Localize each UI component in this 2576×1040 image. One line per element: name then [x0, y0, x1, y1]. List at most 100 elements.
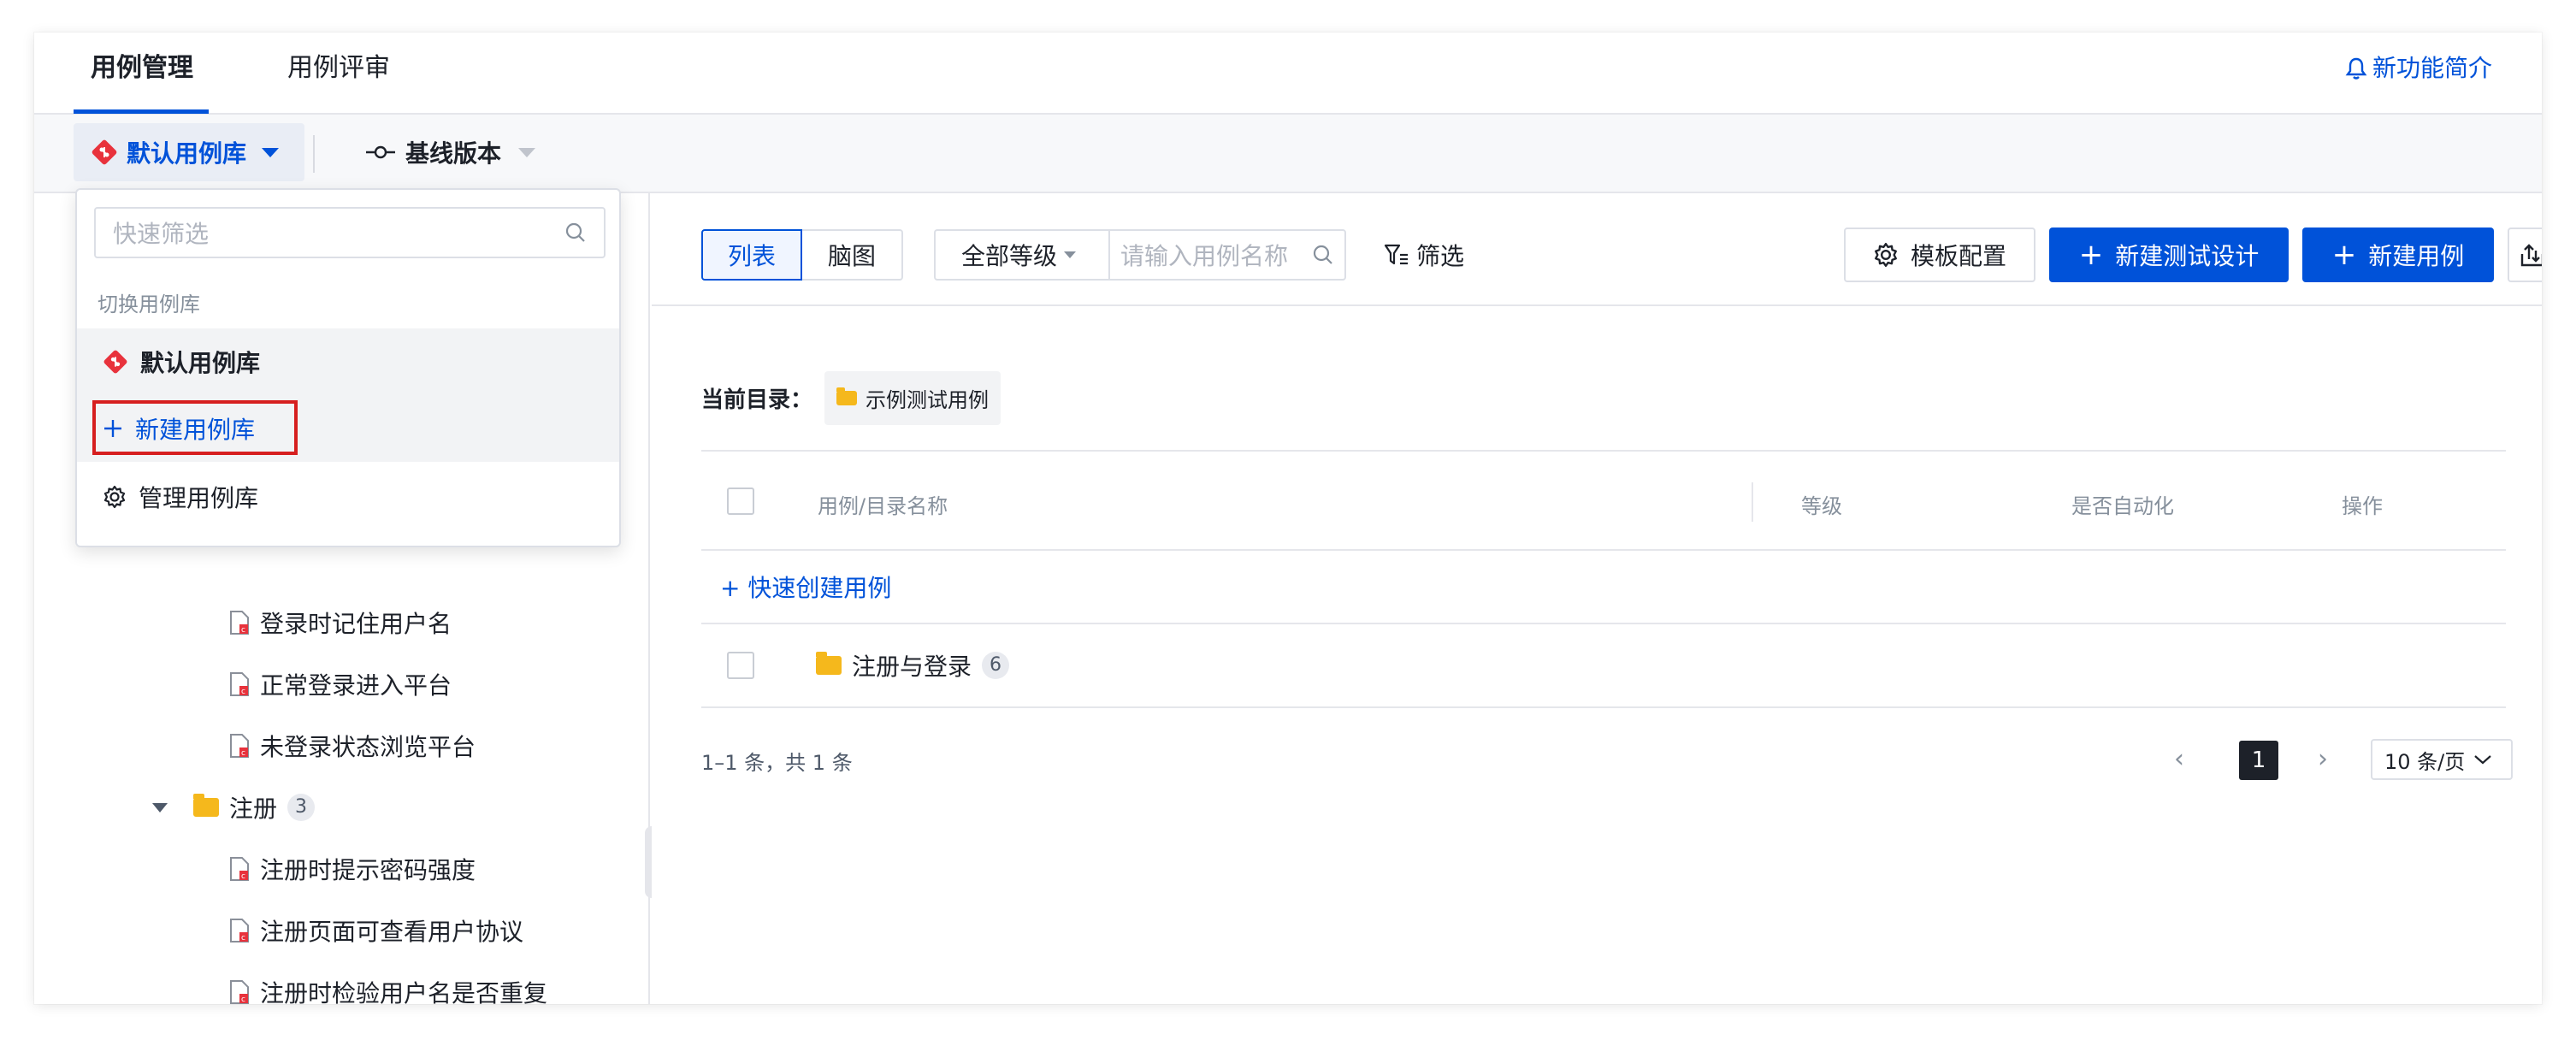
dropdown-section-title: 切换用例库 — [97, 292, 200, 316]
commit-icon — [366, 145, 395, 159]
git-repo-icon — [92, 139, 117, 165]
plus-icon — [104, 420, 121, 437]
test-case-icon: c — [230, 672, 249, 696]
svg-text:c: c — [241, 872, 245, 881]
case-name-search-input[interactable]: 请输入用例名称 — [1108, 229, 1346, 281]
prev-page-icon[interactable]: ‹ — [2174, 744, 2184, 774]
new-test-design-button[interactable]: + 新建测试设计 — [2049, 228, 2289, 282]
level-select[interactable]: 全部等级 — [934, 229, 1108, 281]
filter-button[interactable]: 筛选 — [1384, 229, 1464, 281]
test-case-icon: c — [230, 611, 249, 635]
test-case-icon: c — [230, 919, 249, 942]
search-icon — [1313, 245, 1332, 264]
page-size-value: 10 条/页 — [2384, 749, 2466, 774]
library-bar: 默认用例库 基线版本 — [34, 115, 2542, 193]
current-directory-chip[interactable]: 示例测试用例 — [824, 371, 1001, 425]
table-header: 用例/目录名称 等级 是否自动化 操作 — [701, 450, 2506, 551]
svg-text:c: c — [241, 996, 245, 1004]
caret-down-icon — [518, 147, 536, 157]
row-folder-name[interactable]: 注册与登录 6 — [816, 648, 1010, 682]
tree-case-label: 未登录状态浏览平台 — [260, 733, 476, 761]
new-case-label: 新建用例 — [2368, 242, 2465, 270]
library-selector[interactable]: 默认用例库 — [74, 123, 304, 181]
divider — [313, 135, 315, 173]
pagination-total: 1–1 条，共 1 条 — [701, 751, 853, 775]
tree-folder-label: 注册 — [229, 795, 278, 823]
column-resize-handle[interactable] — [1752, 482, 1753, 522]
caret-down-icon — [262, 147, 280, 157]
column-header-automated: 是否自动化 — [2071, 494, 2174, 518]
export-button[interactable] — [2508, 228, 2542, 282]
tree-case-label: 注册时提示密码强度 — [260, 856, 476, 884]
new-case-button[interactable]: + 新建用例 — [2302, 228, 2494, 282]
expand-caret-icon[interactable] — [152, 802, 168, 812]
page-size-select[interactable]: 10 条/页 — [2371, 739, 2513, 780]
page-number-button[interactable]: 1 — [2239, 741, 2278, 780]
dropdown-item-new-library[interactable]: 新建用例库 — [77, 395, 619, 462]
next-page-icon[interactable]: › — [2318, 744, 2328, 774]
dropdown-item-label: 新建用例库 — [135, 416, 256, 444]
tree-case-label: 登录时记住用户名 — [260, 610, 452, 638]
column-header-name: 用例/目录名称 — [818, 494, 948, 518]
tree-case-item[interactable]: c 注册时提示密码强度 — [229, 852, 476, 886]
template-config-button[interactable]: 模板配置 — [1844, 228, 2035, 282]
chevron-down-icon — [2474, 755, 2491, 765]
app-window: 用例管理 用例评审 新功能简介 默认用例库 基线版本 c 登录时记住用户名 c … — [34, 32, 2542, 1004]
whats-new-label: 新功能简介 — [2372, 54, 2492, 82]
bell-icon — [2345, 57, 2367, 80]
test-case-icon: c — [230, 734, 249, 758]
plus-icon: + — [2078, 238, 2104, 272]
dropdown-search-placeholder: 快速筛选 — [113, 220, 210, 248]
tree-case-item[interactable]: c 注册时检验用户名是否重复 — [229, 975, 547, 1004]
pagination: 1–1 条，共 1 条 ‹ 1 › 10 条/页 — [701, 739, 2513, 782]
svg-text:c: c — [241, 749, 245, 758]
quick-create-case-link[interactable]: + 快速创建用例 — [720, 570, 891, 604]
dropdown-item-default-library[interactable]: 默认用例库 — [77, 328, 619, 395]
tree-case-item[interactable]: c 登录时记住用户名 — [229, 606, 452, 640]
tab-case-management[interactable]: 用例管理 — [91, 51, 193, 86]
library-selector-label: 默认用例库 — [127, 139, 247, 168]
gear-icon — [103, 485, 126, 509]
table-row[interactable]: 注册与登录 6 — [701, 624, 2506, 706]
gear-icon — [1875, 242, 1897, 268]
tree-case-label: 注册时检验用户名是否重复 — [260, 979, 548, 1004]
tree-case-label: 正常登录进入平台 — [260, 671, 452, 700]
test-case-icon: c — [230, 857, 249, 881]
svg-text:c: c — [241, 934, 245, 942]
view-toggle: 列表 脑图 — [701, 229, 903, 281]
row-count-badge: 6 — [982, 652, 1010, 679]
baseline-version-label: 基线版本 — [405, 139, 502, 168]
whats-new-link[interactable]: 新功能简介 — [2345, 51, 2492, 86]
current-directory-value: 示例测试用例 — [866, 388, 990, 412]
dropdown-item-manage-library[interactable]: 管理用例库 — [77, 464, 619, 530]
caret-down-icon — [1064, 251, 1077, 258]
tree-case-item[interactable]: c 注册页面可查看用户协议 — [229, 913, 523, 948]
tab-case-review[interactable]: 用例评审 — [287, 51, 390, 86]
baseline-version-selector[interactable]: 基线版本 — [366, 123, 536, 181]
tree-case-label: 注册页面可查看用户协议 — [260, 918, 524, 946]
export-icon — [2520, 244, 2542, 267]
row-name-label: 注册与登录 — [852, 653, 972, 681]
filter-icon — [1384, 244, 1408, 265]
filter-label: 筛选 — [1416, 242, 1465, 270]
case-toolbar: 列表 脑图 全部等级 请输入用例名称 筛选 模板配置 + 新建测试设计 + 新建… — [652, 193, 2542, 306]
svg-text:c: c — [241, 626, 245, 635]
svg-text:c: c — [241, 688, 245, 696]
select-all-checkbox[interactable] — [727, 488, 754, 515]
active-tab-indicator — [74, 109, 209, 114]
library-dropdown-menu: 快速筛选 切换用例库 默认用例库 新建用例库 管理用例库 — [75, 188, 621, 547]
view-list-button[interactable]: 列表 — [701, 229, 802, 281]
row-checkbox[interactable] — [727, 652, 754, 679]
level-select-value: 全部等级 — [961, 242, 1058, 270]
folder-count-badge: 3 — [287, 794, 316, 821]
view-mindmap-button[interactable]: 脑图 — [802, 229, 903, 281]
tree-case-item[interactable]: c 正常登录进入平台 — [229, 667, 452, 701]
tree-folder-register[interactable]: 注册 3 — [152, 790, 316, 824]
tree-case-item[interactable]: c 未登录状态浏览平台 — [229, 729, 476, 763]
folder-icon — [836, 387, 858, 405]
current-directory: 当前目录： 示例测试用例 — [701, 371, 1001, 425]
search-icon — [565, 222, 585, 242]
dropdown-search-input[interactable]: 快速筛选 — [94, 207, 606, 258]
column-header-actions: 操作 — [2342, 494, 2383, 518]
folder-icon — [816, 652, 842, 675]
